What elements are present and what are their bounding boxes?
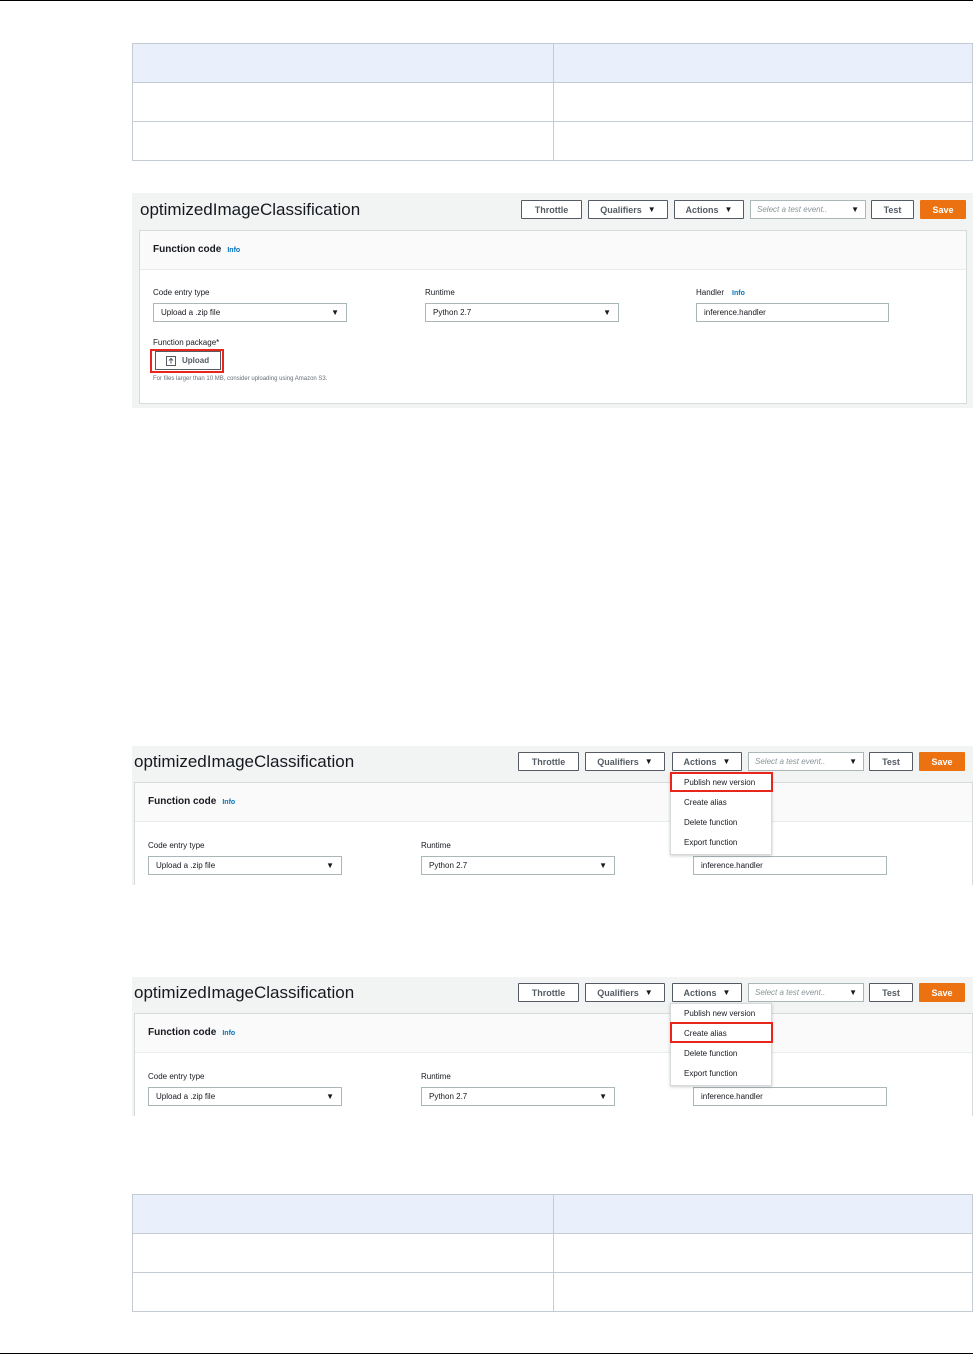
caret-down-icon: ▼ (644, 988, 653, 997)
table-cell (132, 1233, 554, 1273)
table-header-cell (553, 43, 973, 83)
card-title: Function code Info (148, 1027, 236, 1038)
table-header-cell (132, 1194, 554, 1234)
caret-down-icon: ▼ (599, 861, 607, 870)
runtime-select[interactable]: Python 2.7 ▼ (425, 303, 619, 322)
screenshot-publish-version: optimizedImageClassification Throttle Qu… (132, 746, 973, 885)
highlight-box (670, 1022, 773, 1043)
function-code-card: Function code Info Code entry type Upload… (134, 1013, 973, 1116)
menu-item-export-function[interactable]: Export function (684, 838, 737, 847)
actions-button[interactable]: Actions ▼ (672, 983, 742, 1002)
caret-down-icon: ▼ (849, 757, 857, 766)
screenshot-upload: optimizedImageClassification Throttle Qu… (132, 193, 973, 408)
function-package-label: Function package* (153, 338, 220, 347)
info-link[interactable]: Info (222, 799, 235, 806)
table-header-cell (553, 1194, 973, 1234)
caret-down-icon: ▼ (331, 308, 339, 317)
test-button[interactable]: Test (869, 983, 913, 1002)
throttle-button[interactable]: Throttle (518, 983, 579, 1002)
caret-down-icon: ▼ (326, 861, 334, 870)
handler-input[interactable]: inference.handler (693, 856, 887, 875)
save-button[interactable]: Save (919, 752, 965, 771)
card-header: Function code Info (135, 1014, 972, 1053)
runtime-select[interactable]: Python 2.7 ▼ (421, 1087, 615, 1106)
top-table (132, 43, 973, 161)
actions-menu: Publish new version Create alias Delete … (670, 1003, 772, 1086)
save-button[interactable]: Save (919, 983, 965, 1002)
card-header: Function code Info (140, 231, 966, 270)
caret-down-icon: ▼ (851, 205, 859, 214)
screenshot-create-alias: optimizedImageClassification Throttle Qu… (132, 977, 973, 1116)
info-link[interactable]: Info (222, 1030, 235, 1037)
top-rule (0, 0, 973, 1)
actions-button[interactable]: Actions ▼ (674, 200, 744, 219)
test-event-select[interactable]: Select a test event.. ▼ (748, 752, 864, 771)
throttle-button[interactable]: Throttle (518, 752, 579, 771)
function-name: optimizedImageClassification (134, 752, 355, 771)
handler-input[interactable]: inference.handler (693, 1087, 887, 1106)
info-link[interactable]: Info (227, 247, 240, 254)
caret-down-icon: ▼ (647, 205, 656, 214)
function-name: optimizedImageClassification (134, 983, 355, 1002)
code-entry-type-select[interactable]: Upload a .zip file ▼ (148, 1087, 342, 1106)
table-cell (553, 121, 973, 161)
card-header: Function code Info (135, 783, 972, 822)
runtime-label: Runtime (425, 288, 455, 297)
caret-down-icon: ▼ (722, 757, 731, 766)
info-link[interactable]: Info (732, 290, 745, 297)
test-button[interactable]: Test (869, 752, 913, 771)
save-button[interactable]: Save (920, 200, 966, 219)
card-title: Function code Info (153, 244, 241, 255)
throttle-button[interactable]: Throttle (521, 200, 582, 219)
code-entry-type-label: Code entry type (148, 841, 205, 850)
caret-down-icon: ▼ (724, 205, 733, 214)
menu-item-export-function[interactable]: Export function (684, 1069, 737, 1078)
caret-down-icon: ▼ (326, 1092, 334, 1101)
table-cell (132, 1272, 554, 1312)
upload-hint: For files larger than 10 MB, consider up… (153, 376, 328, 382)
menu-item-delete-function[interactable]: Delete function (684, 1049, 737, 1058)
table-cell (553, 1233, 973, 1273)
bottom-table (132, 1194, 973, 1312)
function-code-card: Function code Info Code entry type Upload… (134, 782, 973, 885)
table-cell (553, 1272, 973, 1312)
qualifiers-button[interactable]: Qualifiers ▼ (585, 983, 665, 1002)
runtime-label: Runtime (421, 841, 451, 850)
menu-item-delete-function[interactable]: Delete function (684, 818, 737, 827)
handler-input[interactable]: inference.handler (696, 303, 889, 322)
caret-down-icon: ▼ (722, 988, 731, 997)
code-entry-type-select[interactable]: Upload a .zip file ▼ (148, 856, 342, 875)
code-entry-type-label: Code entry type (148, 1072, 205, 1081)
test-event-select[interactable]: Select a test event.. ▼ (750, 200, 866, 219)
menu-item-publish-new-version[interactable]: Publish new version (684, 1009, 755, 1018)
test-event-select[interactable]: Select a test event.. ▼ (748, 983, 864, 1002)
test-button[interactable]: Test (871, 200, 914, 219)
code-entry-type-label: Code entry type (153, 288, 210, 297)
table-header-cell (132, 43, 554, 83)
card-title: Function code Info (148, 796, 236, 807)
bottom-rule (0, 1353, 973, 1354)
qualifiers-button[interactable]: Qualifiers ▼ (585, 752, 665, 771)
function-code-card: Function code Info Code entry type Upload… (139, 230, 967, 404)
table-cell (132, 121, 554, 161)
qualifiers-button[interactable]: Qualifiers ▼ (588, 200, 668, 219)
actions-button[interactable]: Actions ▼ (672, 752, 742, 771)
caret-down-icon: ▼ (849, 988, 857, 997)
menu-item-create-alias[interactable]: Create alias (684, 798, 727, 807)
caret-down-icon: ▼ (644, 757, 653, 766)
highlight-box (150, 349, 224, 373)
runtime-label: Runtime (421, 1072, 451, 1081)
function-name: optimizedImageClassification (140, 200, 361, 219)
caret-down-icon: ▼ (599, 1092, 607, 1101)
runtime-select[interactable]: Python 2.7 ▼ (421, 856, 615, 875)
table-cell (132, 82, 554, 122)
table-cell (553, 82, 973, 122)
caret-down-icon: ▼ (603, 308, 611, 317)
highlight-box (670, 772, 773, 792)
code-entry-type-select[interactable]: Upload a .zip file ▼ (153, 303, 347, 322)
handler-label: Handler Info (696, 288, 745, 297)
